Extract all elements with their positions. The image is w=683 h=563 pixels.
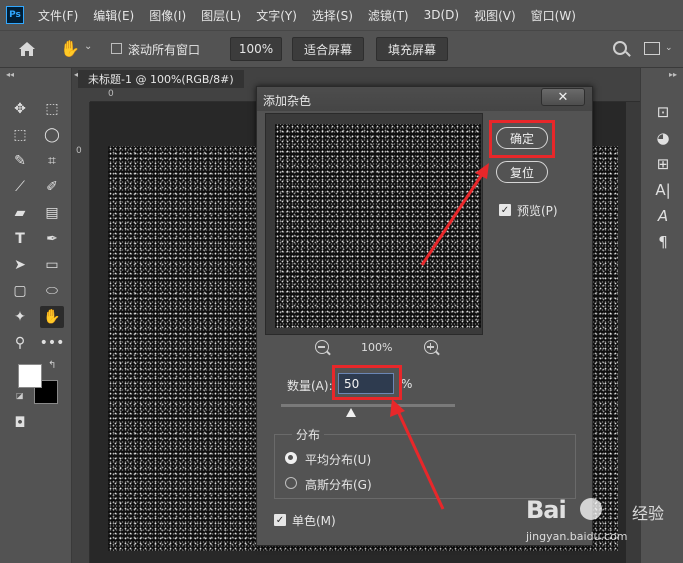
rectangle-tool-icon[interactable]: ▭ bbox=[40, 254, 64, 276]
ok-button-highlight bbox=[489, 120, 555, 158]
preview-zoom-level: 100% bbox=[361, 341, 393, 354]
right-panel-dock: ▸▸ ⊡ ◕ ⊞ A| A ¶ bbox=[640, 68, 683, 563]
type-tool-icon[interactable]: T bbox=[8, 228, 32, 250]
document-tab-bar: ◂◂ 未标题-1 @ 100%(RGB/8#) bbox=[72, 68, 640, 88]
amount-slider-track[interactable] bbox=[281, 404, 455, 407]
color-palette-icon[interactable]: ◕ bbox=[653, 128, 673, 148]
menu-type[interactable]: 文字(Y) bbox=[256, 7, 297, 24]
quick-select-tool-icon[interactable]: ✎ bbox=[8, 150, 32, 172]
menu-view[interactable]: 视图(V) bbox=[474, 7, 516, 24]
menu-file[interactable]: 文件(F) bbox=[38, 7, 78, 24]
amount-unit: % bbox=[401, 377, 413, 391]
zoom-percent-button[interactable]: 100% bbox=[230, 37, 282, 61]
reset-button[interactable]: 复位 bbox=[496, 161, 548, 183]
default-colors-icon[interactable]: ◪ bbox=[16, 391, 24, 400]
scroll-all-windows-checkbox[interactable] bbox=[111, 43, 122, 54]
menu-image[interactable]: 图像(I) bbox=[149, 7, 186, 24]
swatches-grid-icon[interactable]: ⊞ bbox=[653, 154, 673, 174]
amount-label: 数量(A): bbox=[287, 379, 333, 393]
noise-preview[interactable] bbox=[275, 124, 481, 328]
paw-logo-icon bbox=[580, 498, 602, 520]
preview-frame bbox=[265, 113, 483, 335]
amount-input-highlight bbox=[332, 365, 402, 400]
zoom-in-icon[interactable] bbox=[424, 340, 438, 354]
fit-screen-button[interactable]: 适合屏幕 bbox=[292, 37, 364, 61]
close-button[interactable]: ✕ bbox=[541, 88, 585, 106]
ruler-corner bbox=[72, 88, 90, 102]
monochromatic-checkbox[interactable]: ✓ bbox=[274, 514, 286, 526]
workspace-icon[interactable] bbox=[644, 42, 660, 55]
ruler-vertical: 0 bbox=[72, 102, 90, 563]
paragraph-icon[interactable]: ¶ bbox=[653, 232, 673, 252]
eraser-tool-icon[interactable]: ▰ bbox=[8, 202, 32, 224]
glyphs-icon[interactable]: A bbox=[653, 206, 673, 226]
menu-filter[interactable]: 滤镜(T) bbox=[368, 7, 409, 24]
photoshop-logo-icon: Ps bbox=[6, 6, 24, 24]
gradient-tool-icon[interactable]: ▤ bbox=[40, 202, 64, 224]
preview-checkbox[interactable]: ✓ bbox=[499, 204, 511, 216]
zoom-tool-icon[interactable]: ⚲ bbox=[8, 332, 32, 354]
hand-tool-icon[interactable]: ✋ bbox=[60, 39, 80, 58]
path-select-tool-icon[interactable]: ➤ bbox=[8, 254, 32, 276]
more-tools-icon[interactable]: ••• bbox=[40, 332, 65, 354]
watermark-url: jingyan.baidu.com bbox=[526, 530, 628, 543]
quick-mask-icon[interactable]: ◘ bbox=[8, 412, 32, 434]
custom-shape-tool-icon[interactable]: ✦ bbox=[8, 306, 32, 328]
tools-panel: ◂◂ ✥ ⬚ ⬚ ◯ ✎ ⌗ ⟋ ✐ ▰ ▤ T ✒ ➤ ▭ ▢ ⬭ ✦ ✋ ⚲… bbox=[0, 68, 72, 563]
options-bar: ✋ ⌄ 滚动所有窗口 100% 适合屏幕 填充屏幕 ⌄ bbox=[0, 30, 683, 68]
baidu-jingyan-watermark: Bai 经验 jingyan.baidu.com bbox=[520, 494, 680, 556]
amount-slider-thumb[interactable] bbox=[345, 408, 356, 417]
character-icon[interactable]: A| bbox=[653, 180, 673, 200]
dialog-title-bar[interactable]: 添加杂色 ✕ bbox=[257, 87, 592, 111]
preview-label: 预览(P) bbox=[517, 204, 558, 218]
chevron-down-icon[interactable]: ⌄ bbox=[84, 41, 92, 52]
history-icon[interactable]: ⊡ bbox=[653, 102, 673, 122]
search-icon[interactable] bbox=[613, 41, 627, 55]
move-tool-icon[interactable]: ✥ bbox=[8, 98, 32, 120]
artboard-tool-icon[interactable]: ⬚ bbox=[40, 98, 64, 120]
eyedropper-tool-icon[interactable]: ⟋ bbox=[8, 176, 32, 198]
uniform-radio[interactable] bbox=[285, 452, 297, 464]
watermark-brand: Bai bbox=[526, 496, 567, 524]
collapse-icon[interactable]: ▸▸ bbox=[669, 70, 677, 79]
collapse-icon[interactable]: ◂◂ bbox=[6, 70, 14, 79]
foreground-color-swatch[interactable] bbox=[18, 364, 42, 388]
zoom-out-icon[interactable] bbox=[315, 340, 329, 354]
marquee-tool-icon[interactable]: ⬚ bbox=[8, 124, 32, 146]
hand-tool-icon[interactable]: ✋ bbox=[40, 306, 64, 328]
gaussian-label: 高斯分布(G) bbox=[305, 478, 372, 492]
menu-bar: Ps 文件(F) 编辑(E) 图像(I) 图层(L) 文字(Y) 选择(S) 滤… bbox=[0, 0, 683, 30]
crop-tool-icon[interactable]: ⌗ bbox=[40, 150, 64, 172]
gaussian-radio[interactable] bbox=[285, 477, 297, 489]
home-icon[interactable] bbox=[18, 41, 36, 57]
document-tab[interactable]: 未标题-1 @ 100%(RGB/8#) bbox=[78, 70, 244, 88]
pen-tool-icon[interactable]: ✒ bbox=[40, 228, 64, 250]
menu-window[interactable]: 窗口(W) bbox=[531, 7, 576, 24]
add-noise-dialog: 添加杂色 ✕ 100% 确定 复位 ✓ 预览(P) 数量(A): % 分布 平均… bbox=[256, 86, 593, 546]
rounded-rect-tool-icon[interactable]: ▢ bbox=[8, 280, 32, 302]
monochromatic-label: 单色(M) bbox=[292, 514, 336, 528]
chevron-down-icon[interactable]: ⌄ bbox=[665, 43, 673, 53]
scroll-all-windows-label: 滚动所有窗口 bbox=[128, 43, 201, 57]
fill-screen-button[interactable]: 填充屏幕 bbox=[376, 37, 448, 61]
uniform-label: 平均分布(U) bbox=[305, 453, 372, 467]
swap-colors-icon[interactable]: ↰ bbox=[48, 360, 56, 371]
dialog-title: 添加杂色 bbox=[263, 94, 312, 108]
menu-select[interactable]: 选择(S) bbox=[312, 7, 353, 24]
brush-tool-icon[interactable]: ✐ bbox=[40, 176, 64, 198]
lasso-tool-icon[interactable]: ◯ bbox=[40, 124, 64, 146]
menu-edit[interactable]: 编辑(E) bbox=[93, 7, 134, 24]
menu-layer[interactable]: 图层(L) bbox=[201, 7, 241, 24]
distribution-title: 分布 bbox=[292, 426, 325, 443]
ellipse-tool-icon[interactable]: ⬭ bbox=[40, 280, 64, 302]
ruler-label: 0 bbox=[108, 89, 114, 99]
arrow-to-amount-head bbox=[390, 399, 405, 417]
ruler-label: 0 bbox=[76, 146, 82, 156]
watermark-brand-suffix: 经验 bbox=[632, 504, 665, 523]
menu-3d[interactable]: 3D(D) bbox=[424, 8, 459, 22]
